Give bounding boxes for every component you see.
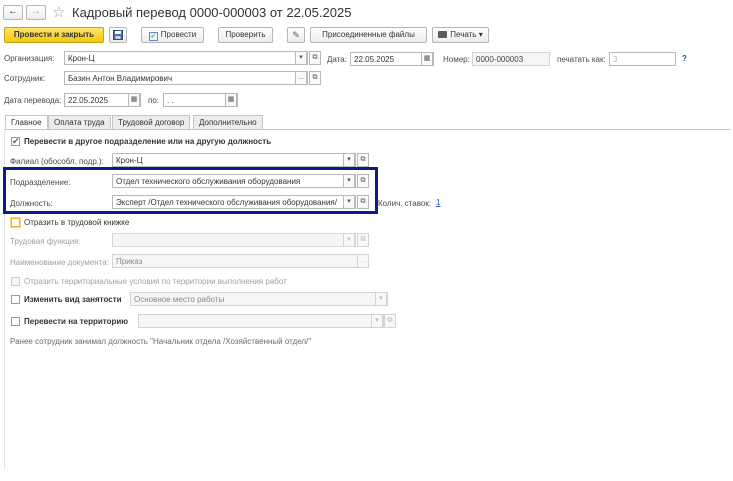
position-dropdown-button[interactable]: ▾ xyxy=(343,195,355,209)
department-field[interactable]: Отдел технического обслуживания оборудов… xyxy=(112,174,356,188)
labor-function-field[interactable] xyxy=(112,233,356,247)
employment-type-label: Изменить вид занятости xyxy=(24,295,122,304)
branch-field[interactable]: Крон-Ц xyxy=(112,153,356,167)
transfer-date-label: Дата перевода: xyxy=(4,96,62,105)
workbook-label: Отразить в трудовой книжке xyxy=(24,218,130,227)
tab-panel-border xyxy=(4,129,730,130)
employee-open-icon[interactable]: ⧉ xyxy=(309,71,321,85)
rates-value-link[interactable]: 1 xyxy=(436,198,440,207)
to-date-calendar-icon[interactable]: ▦ xyxy=(225,93,237,107)
attach-button[interactable]: ✎ xyxy=(287,27,305,43)
transfer-checkbox[interactable]: ✔ xyxy=(11,137,20,146)
post-button[interactable]: ✓ Провести xyxy=(141,27,204,43)
number-field[interactable]: 0000-000003 xyxy=(472,52,550,66)
post-icon: ✓ xyxy=(148,32,158,41)
territorial-label: Отразить территориальные условия по терр… xyxy=(24,277,287,286)
print-as-label: печатать как: xyxy=(557,55,606,64)
position-label: Должность: xyxy=(10,199,53,208)
employment-type-checkbox[interactable] xyxy=(11,295,20,304)
labor-function-open-icon[interactable]: ⧉ xyxy=(357,233,369,247)
help-link[interactable]: ? xyxy=(682,54,687,63)
rates-label: Колич. ставок: xyxy=(378,199,432,208)
tab-main[interactable]: Главное xyxy=(5,115,48,130)
territory-open-icon[interactable]: ⧉ xyxy=(384,314,396,328)
paperclip-icon: ✎ xyxy=(292,30,300,40)
page-title: Кадровый перевод 0000-000003 от 22.05.20… xyxy=(72,5,352,20)
transfer-label: Перевести в другое подразделение или на … xyxy=(24,137,272,146)
organization-dropdown-button[interactable]: ▾ xyxy=(295,51,307,65)
doc-name-label: Наименование документа: xyxy=(10,258,109,267)
attached-files-button[interactable]: Присоединенные файлы xyxy=(310,27,427,43)
territory-checkbox[interactable] xyxy=(11,317,20,326)
employee-label: Сотрудник: xyxy=(4,74,46,83)
department-dropdown-button[interactable]: ▾ xyxy=(343,174,355,188)
organization-open-icon[interactable]: ⧉ xyxy=(309,51,321,65)
labor-function-label: Трудовая функция: xyxy=(10,237,81,246)
tab-payment[interactable]: Оплата труда xyxy=(48,115,111,129)
labor-function-dropdown-button[interactable]: ▾ xyxy=(343,233,355,247)
employee-select-button[interactable]: ... xyxy=(295,71,307,85)
branch-label: Филиал (обособл. подр.): xyxy=(10,157,104,166)
printer-icon xyxy=(438,31,448,38)
employee-field[interactable]: Базин Антон Владимирович xyxy=(64,71,308,85)
employment-type-field[interactable]: Основное место работы xyxy=(130,292,388,306)
print-as-field[interactable]: 3 xyxy=(609,52,676,66)
back-button[interactable]: ← xyxy=(3,5,23,20)
check-button[interactable]: Проверить xyxy=(218,27,273,43)
branch-open-icon[interactable]: ⧉ xyxy=(357,153,369,167)
forward-button[interactable]: → xyxy=(26,5,46,20)
print-button[interactable]: Печать ▾ xyxy=(432,27,489,43)
position-field[interactable]: Эксперт /Отдел технического обслуживания… xyxy=(112,195,356,209)
date-label: Дата: xyxy=(327,55,347,64)
date-calendar-icon[interactable]: ▦ xyxy=(421,52,433,66)
territorial-checkbox[interactable] xyxy=(11,277,20,286)
save-button[interactable] xyxy=(109,27,127,43)
tab-additional[interactable]: Дополнительно xyxy=(193,115,263,129)
branch-dropdown-button[interactable]: ▾ xyxy=(343,153,355,167)
print-label: Печать xyxy=(450,30,477,39)
organization-label: Организация: xyxy=(4,54,55,63)
floppy-disk-icon xyxy=(113,30,123,40)
post-button-label: Провести xyxy=(160,30,197,39)
department-label: Подразделение: xyxy=(10,178,71,187)
doc-name-select-button[interactable]: ... xyxy=(357,254,369,268)
favorite-star-icon[interactable]: ☆ xyxy=(52,3,65,21)
organization-field[interactable]: Крон-Ц xyxy=(64,51,308,65)
previous-position-note: Ранее сотрудник занимал должность "Начал… xyxy=(10,337,312,346)
chevron-down-icon: ▾ xyxy=(478,30,483,39)
transfer-date-calendar-icon[interactable]: ▦ xyxy=(128,93,140,107)
post-and-close-button[interactable]: Провести и закрыть xyxy=(4,27,104,43)
workbook-checkbox[interactable] xyxy=(11,218,20,227)
employment-type-dropdown-button[interactable]: ▾ xyxy=(375,292,387,306)
territory-label: Перевести на территорию xyxy=(24,317,129,326)
to-date-label: по: xyxy=(148,96,160,105)
department-open-icon[interactable]: ⧉ xyxy=(357,174,369,188)
territory-dropdown-button[interactable]: ▾ xyxy=(371,314,383,328)
number-label: Номер: xyxy=(443,55,470,64)
territory-field[interactable] xyxy=(138,314,384,328)
position-open-icon[interactable]: ⧉ xyxy=(357,195,369,209)
doc-name-field[interactable]: Приказ xyxy=(112,254,359,268)
tab-labor-contract[interactable]: Трудовой договор xyxy=(112,115,191,129)
